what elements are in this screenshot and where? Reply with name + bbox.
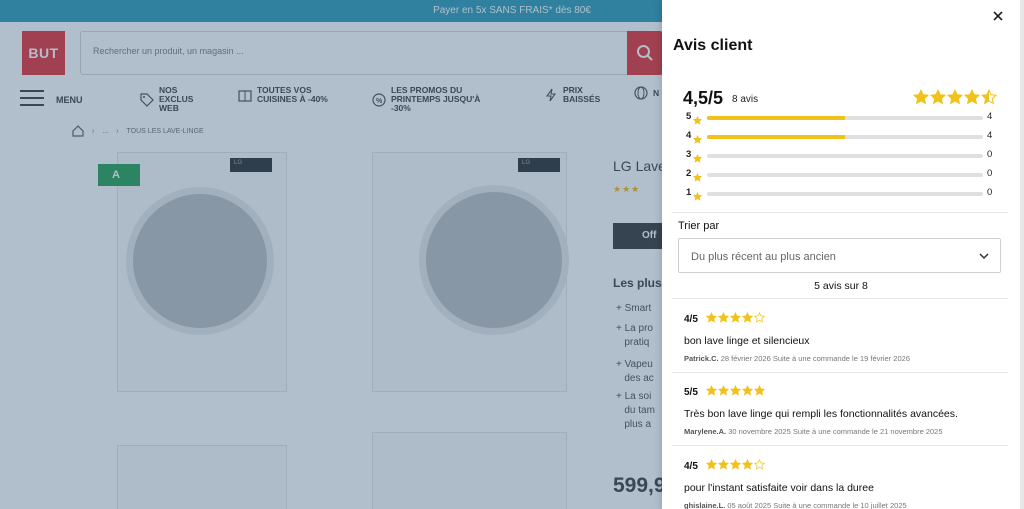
reviews-drawer: Avis client 4,5/5 8 avis 5 4 4 4 3 0 2 0… [662, 0, 1020, 509]
review-date: 30 novembre 2025 Suite à une commande le… [728, 427, 943, 436]
reviews-shown-count: 5 avis sur 8 [814, 280, 868, 292]
drawer-scrollbar[interactable] [1020, 0, 1024, 509]
review-text: bon lave linge et silencieux [684, 335, 810, 347]
review-stars [705, 457, 766, 475]
star-icon [912, 88, 930, 110]
star-icon [729, 457, 742, 475]
sort-select[interactable]: Du plus récent au plus ancien [678, 238, 1001, 273]
divider [672, 212, 1008, 213]
review-meta: Patrick.C. 28 février 2026 Suite à une c… [684, 354, 1004, 363]
divider [672, 372, 1008, 373]
distribution-stars: 2 [686, 168, 692, 179]
distribution-stars: 1 [686, 187, 692, 198]
star-icon [717, 457, 730, 475]
star-icon [692, 188, 703, 206]
average-rating-stars [912, 88, 998, 110]
sort-selected-value: Du plus récent au plus ancien [691, 251, 836, 263]
star-icon [753, 310, 766, 328]
review-meta: ghislaine.L. 05 août 2025 Suite à une co… [684, 501, 1004, 509]
divider [672, 298, 1008, 299]
distribution-count: 0 [987, 187, 993, 198]
star-icon [963, 88, 981, 110]
sort-label: Trier par [678, 220, 720, 232]
review-score: 5/5 [684, 386, 698, 398]
review-item: 4/5 bon lave linge et silencieux Patrick… [684, 310, 1004, 363]
star-icon [741, 310, 754, 328]
star-icon [741, 383, 754, 401]
review-stars [705, 383, 766, 401]
review-author: ghislaine.L. [684, 501, 726, 509]
distribution-bar [707, 116, 983, 120]
distribution-stars: 4 [686, 130, 692, 141]
distribution-count: 0 [987, 149, 993, 160]
review-date: 05 août 2025 Suite à une commande le 10 … [727, 501, 907, 509]
star-icon [753, 457, 766, 475]
star-icon [692, 169, 703, 187]
star-icon [692, 131, 703, 149]
distribution-bar [707, 173, 983, 177]
star-icon [929, 88, 947, 110]
review-text: Très bon lave linge qui rempli les fonct… [684, 408, 958, 420]
distribution-count: 4 [987, 130, 993, 141]
review-count: 8 avis [732, 94, 759, 105]
distribution-bar [707, 192, 983, 196]
review-text: pour l'instant satisfaite voir dans la d… [684, 482, 874, 494]
divider [672, 445, 1008, 446]
star-icon [729, 383, 742, 401]
star-icon [692, 112, 703, 130]
drawer-title: Avis client [673, 37, 753, 54]
distribution-count: 0 [987, 168, 993, 179]
star-icon [753, 383, 766, 401]
star-icon [980, 88, 998, 110]
star-icon [946, 88, 964, 110]
distribution-stars: 5 [686, 111, 692, 122]
rating-distribution-row[interactable]: 5 4 [686, 111, 996, 125]
chevron-down-icon [979, 253, 989, 260]
star-icon [705, 310, 718, 328]
distribution-stars: 3 [686, 149, 692, 160]
review-stars [705, 310, 766, 328]
rating-distribution-row[interactable]: 1 0 [686, 187, 996, 201]
distribution-count: 4 [987, 111, 993, 122]
distribution-bar [707, 154, 983, 158]
review-score: 4/5 [684, 460, 698, 472]
close-button[interactable] [988, 6, 1008, 26]
star-icon [692, 150, 703, 168]
star-icon [741, 457, 754, 475]
close-icon [993, 11, 1003, 21]
rating-distribution-row[interactable]: 3 0 [686, 149, 996, 163]
review-item: 5/5 Très bon lave linge qui rempli les f… [684, 383, 1004, 436]
review-author: Marylene.A. [684, 427, 727, 436]
review-date: 28 février 2026 Suite à une commande le … [720, 354, 910, 363]
review-score: 4/5 [684, 313, 698, 325]
rating-distribution-row[interactable]: 2 0 [686, 168, 996, 182]
rating-distribution-row[interactable]: 4 4 [686, 130, 996, 144]
review-author: Patrick.C. [684, 354, 719, 363]
star-icon [705, 383, 718, 401]
distribution-bar [707, 135, 983, 139]
review-meta: Marylene.A. 30 novembre 2025 Suite à une… [684, 427, 1004, 436]
star-icon [705, 457, 718, 475]
review-item: 4/5 pour l'instant satisfaite voir dans … [684, 457, 1004, 509]
average-score: 4,5/5 [683, 88, 724, 108]
star-icon [717, 310, 730, 328]
star-icon [729, 310, 742, 328]
star-icon [717, 383, 730, 401]
